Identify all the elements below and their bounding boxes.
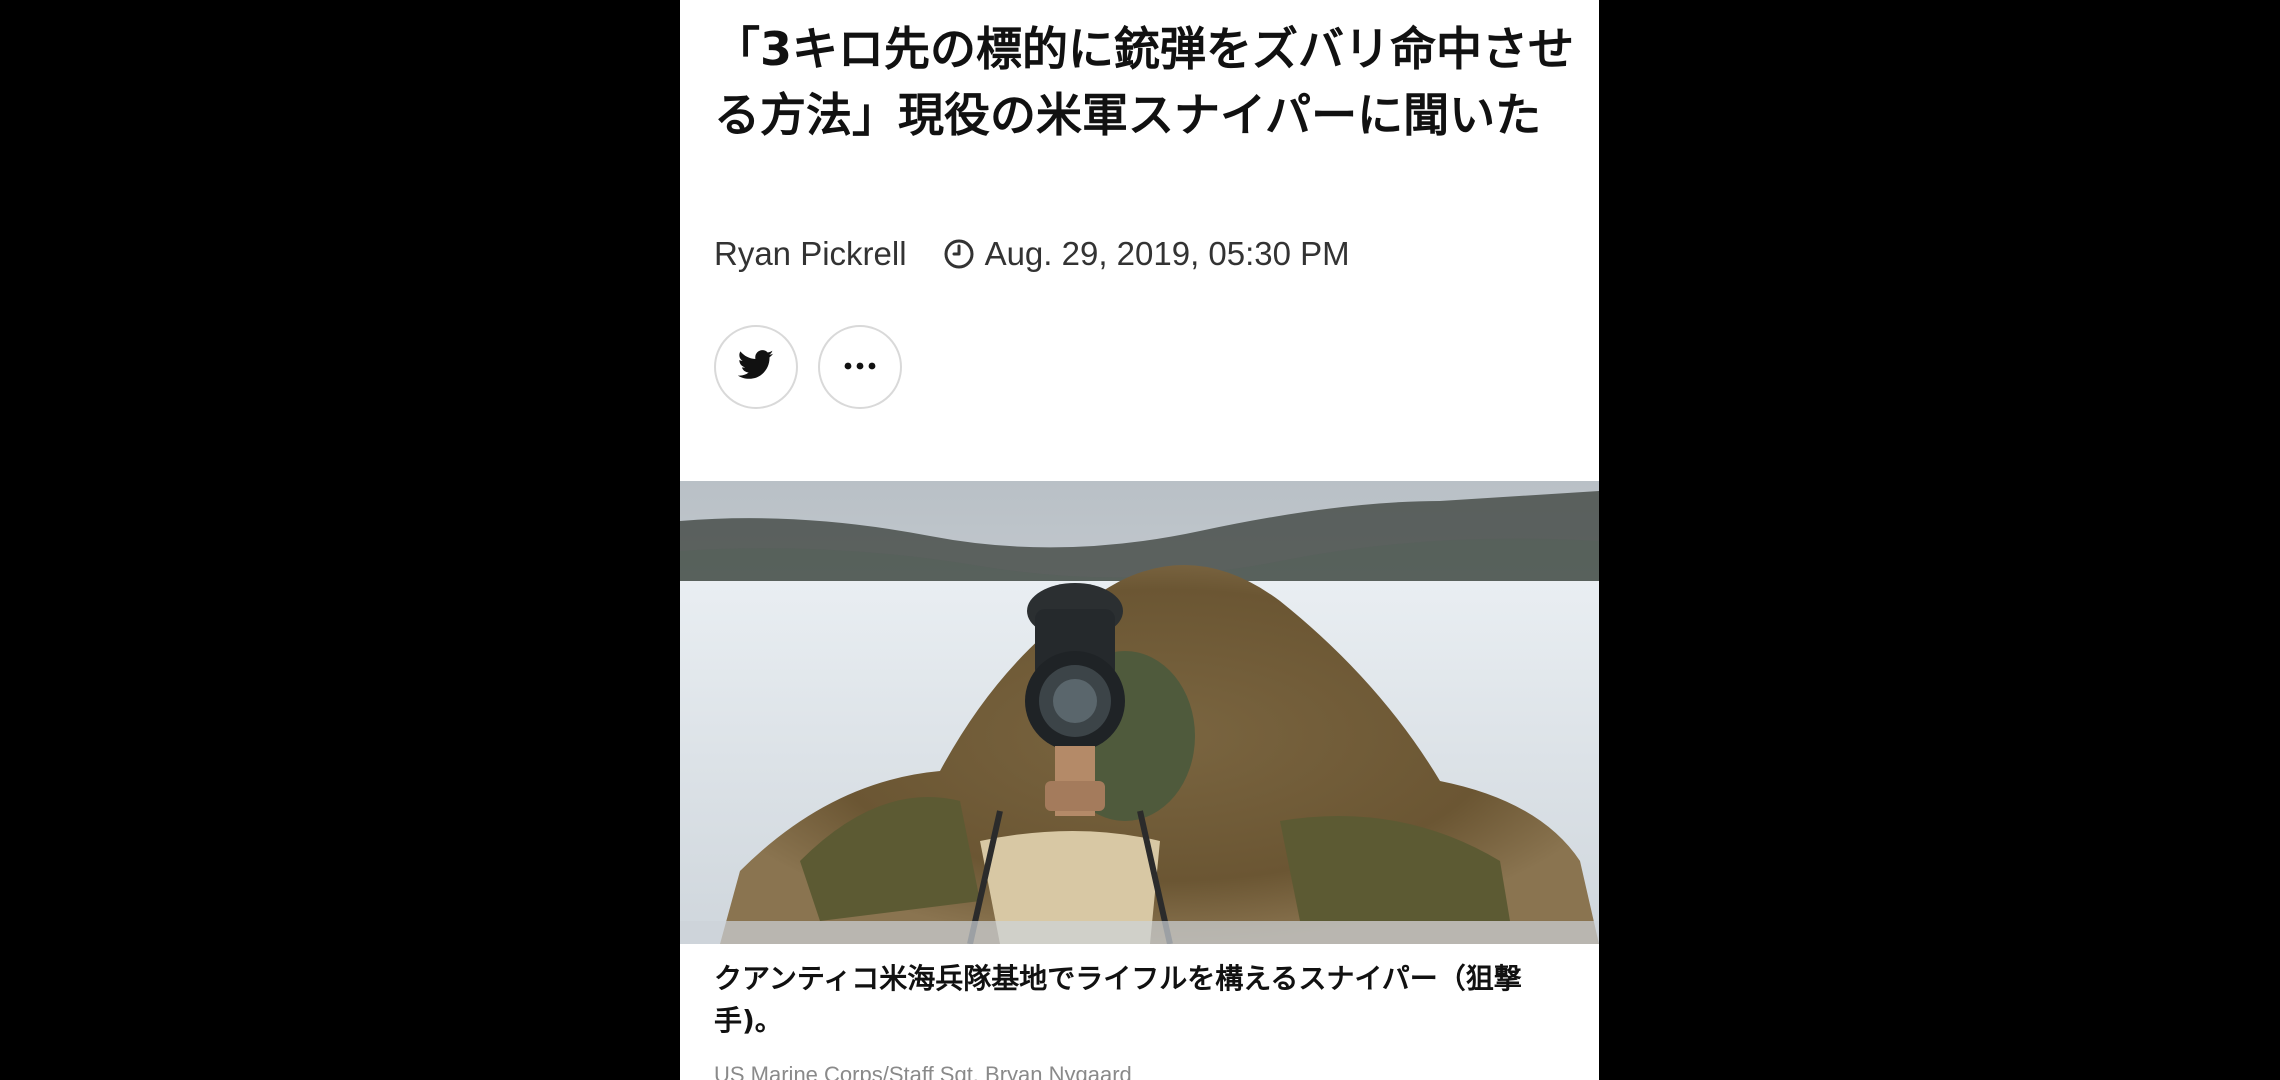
author-name[interactable]: Ryan Pickrell: [714, 235, 907, 273]
publish-date-text: Aug. 29, 2019, 05:30 PM: [984, 235, 1350, 272]
publish-date: Aug. 29, 2019, 05:30 PM: [943, 235, 1350, 273]
article-column: 「3キロ先の標的に銃弾をズバリ命中させる方法」現役の米軍スナイパーに聞いた Ry…: [680, 0, 1599, 1080]
share-twitter-button[interactable]: [714, 325, 798, 409]
screen: 「3キロ先の標的に銃弾をズバリ命中させる方法」現役の米軍スナイパーに聞いた Ry…: [0, 0, 2280, 1080]
image-credit: US Marine Corps/Staff Sgt. Bryan Nygaard: [714, 1062, 1132, 1080]
byline: Ryan Pickrell Aug. 29, 2019, 05:30 PM: [714, 228, 1350, 280]
clock-icon: [943, 238, 975, 270]
image-caption: クアンティコ米海兵隊基地でライフルを構えるスナイパー（狙撃手)。: [714, 962, 1522, 1037]
more-horizontal-icon: [843, 358, 877, 376]
article-headline: 「3キロ先の標的に銃弾をズバリ命中させる方法」現役の米軍スナイパーに聞いた: [714, 22, 1575, 142]
article-hero-image: [680, 481, 1599, 944]
share-more-button[interactable]: [818, 325, 902, 409]
twitter-icon: [737, 349, 774, 385]
